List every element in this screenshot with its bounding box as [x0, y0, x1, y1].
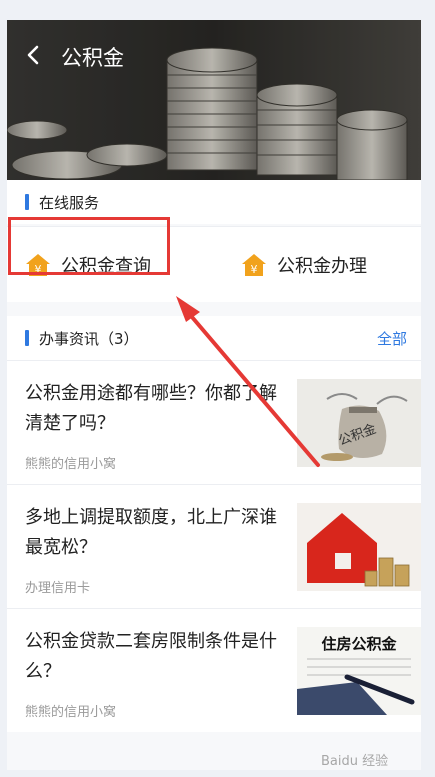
- back-arrow-icon[interactable]: [23, 44, 45, 66]
- yuan-house-icon: ¥: [242, 254, 266, 276]
- online-services-title: 在线服务: [39, 193, 100, 212]
- header-banner: 公积金: [7, 20, 421, 180]
- baidu-watermark: Baidu 经验: [321, 754, 389, 769]
- section-marker: [25, 194, 29, 210]
- section-marker: [25, 330, 29, 346]
- page-title: 公积金: [61, 46, 124, 70]
- news-source: 熊熊的信用小窝: [25, 705, 117, 720]
- money-bag-image: 公积金: [297, 379, 421, 467]
- view-all-link[interactable]: 全部: [377, 328, 407, 349]
- news-title: 公积金用途都有哪些？你都了解清楚了吗？: [25, 383, 277, 434]
- housing-fund-handle-label: 公积金办理: [277, 256, 367, 277]
- svg-text:¥: ¥: [251, 263, 258, 276]
- news-thumbnail: [297, 503, 421, 591]
- news-title: 公积金贷款二套房限制条件是什么？: [25, 631, 277, 682]
- news-item[interactable]: 公积金贷款二套房限制条件是什么？ 熊熊的信用小窝 住房公积金: [7, 608, 421, 732]
- news-item[interactable]: 多地上调提取额度，北上广深谁最宽松？ 办理信用卡: [7, 484, 421, 608]
- news-item[interactable]: 公积金用途都有哪些？你都了解清楚了吗？ 熊熊的信用小窝 公积金: [7, 360, 421, 484]
- app-screen: 公积金 在线服务 ¥ 公积金查询 ¥ 公积金办理 办事资讯（3） 全部 公积金用…: [7, 20, 421, 770]
- news-source: 办理信用卡: [25, 581, 91, 596]
- news-thumbnail: 住房公积金: [297, 627, 421, 715]
- highlight-box: [8, 217, 170, 275]
- news-source: 熊熊的信用小窝: [25, 457, 117, 472]
- document-heading: 住房公积金: [321, 635, 397, 653]
- news-section-title: 办事资讯（3）: [39, 329, 139, 348]
- red-house-coins-image: [297, 503, 421, 591]
- housing-fund-document-image: 住房公积金: [297, 627, 421, 715]
- housing-fund-handle-button[interactable]: ¥ 公积金办理: [241, 227, 367, 303]
- news-title: 多地上调提取额度，北上广深谁最宽松？: [25, 507, 277, 558]
- news-section-header: 办事资讯（3） 全部: [7, 316, 421, 360]
- news-thumbnail: 公积金: [297, 379, 421, 467]
